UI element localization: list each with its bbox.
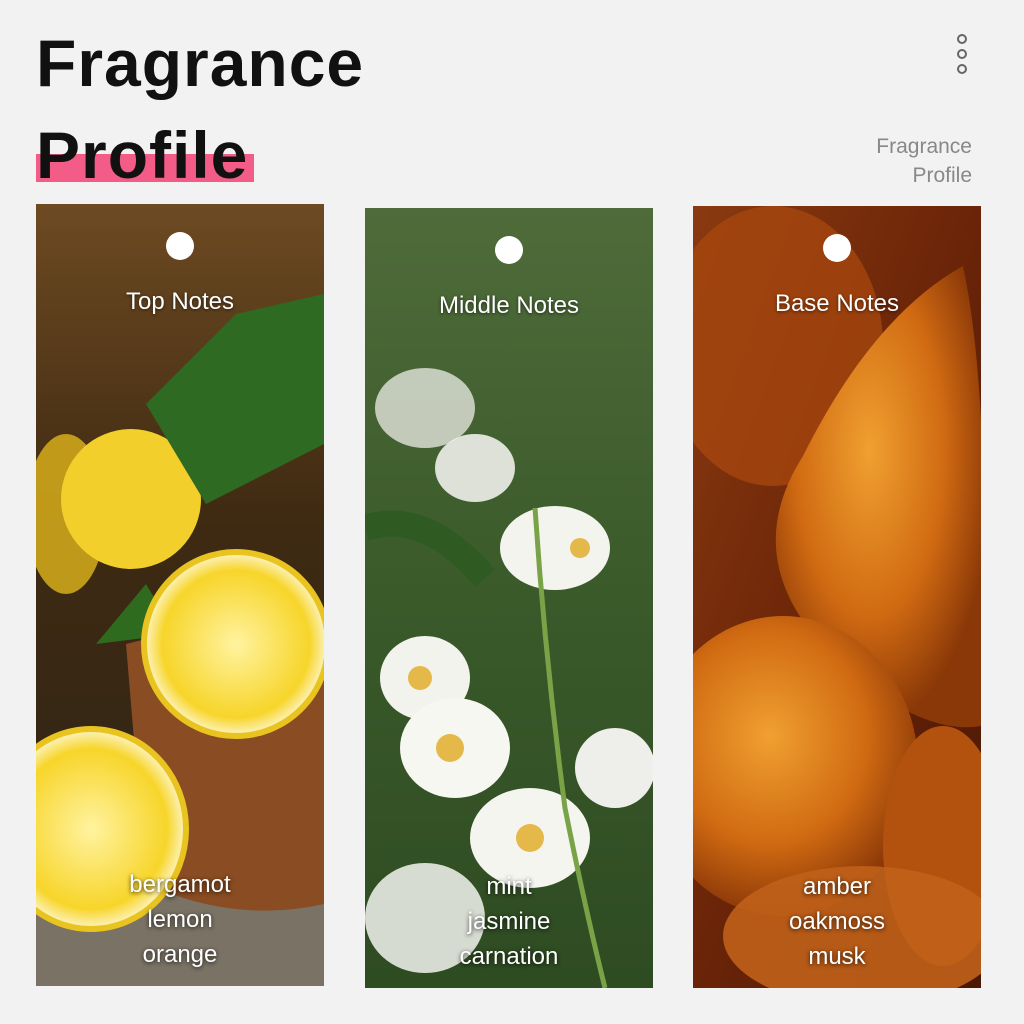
side-caption: Fragrance Profile (876, 132, 972, 190)
note-card-top[interactable]: Top Notes bergamot lemon orange (36, 204, 324, 986)
note-item: oakmoss (788, 908, 886, 935)
side-caption-line2: Profile (912, 164, 972, 187)
note-list: bergamot lemon orange (36, 867, 324, 972)
note-item: orange (142, 941, 218, 968)
note-item: lemon (147, 906, 213, 933)
page-title-line2: Profile (36, 118, 249, 192)
note-card-middle[interactable]: Middle Notes mint jasmine carnation (365, 208, 653, 988)
note-item: bergamot (129, 871, 231, 898)
circle-icon (823, 234, 851, 262)
note-item: mint (486, 873, 532, 900)
note-list: amber oakmoss musk (693, 869, 981, 974)
note-item: jasmine (467, 908, 551, 935)
note-item: amber (802, 873, 872, 900)
menu-dot (957, 64, 967, 74)
note-list: mint jasmine carnation (365, 869, 653, 974)
more-vertical-icon[interactable] (956, 34, 974, 90)
note-item: carnation (459, 943, 559, 970)
page-title: Fragrance (36, 26, 365, 100)
circle-icon (166, 232, 194, 260)
menu-dot (957, 34, 967, 44)
circle-icon (495, 236, 523, 264)
note-card-base[interactable]: Base Notes amber oakmoss musk (693, 206, 981, 988)
menu-dot (957, 49, 967, 59)
side-caption-line1: Fragrance (876, 135, 972, 158)
card-label: Top Notes (125, 288, 235, 315)
note-item: musk (808, 943, 866, 970)
card-label: Middle Notes (438, 292, 580, 319)
card-label: Base Notes (774, 290, 900, 317)
